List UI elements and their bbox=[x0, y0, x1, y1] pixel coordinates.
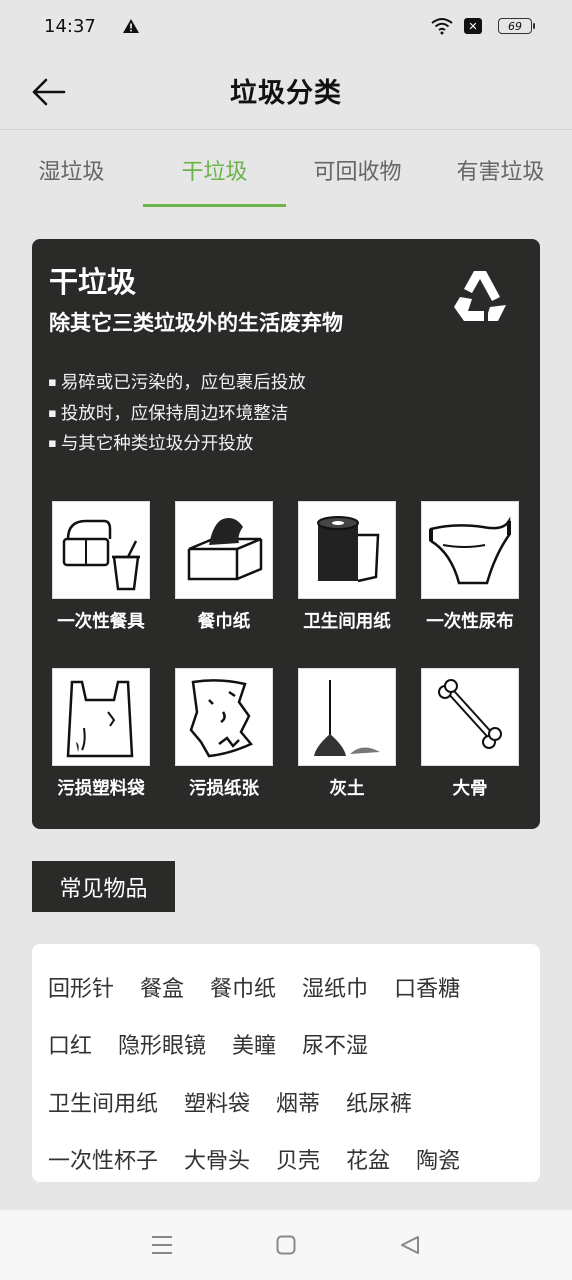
menu-button[interactable] bbox=[142, 1225, 182, 1265]
common-item[interactable]: 贝壳 bbox=[276, 1143, 320, 1175]
common-row: 一次性杯子 大骨头 贝壳 花盆 陶瓷 bbox=[48, 1131, 540, 1189]
example-label: 一次性尿布 bbox=[426, 612, 514, 632]
common-item[interactable]: 卫生间用纸 bbox=[48, 1086, 158, 1118]
common-item[interactable]: 塑料袋 bbox=[184, 1086, 250, 1118]
back-button[interactable] bbox=[28, 72, 68, 112]
common-items-title: 常见物品 bbox=[32, 861, 175, 912]
common-row: 口红 隐形眼镜 美瞳 尿不湿 bbox=[48, 1016, 540, 1074]
common-item[interactable]: 餐巾纸 bbox=[210, 971, 276, 1003]
home-button[interactable] bbox=[266, 1225, 306, 1265]
examples-grid: 一次性餐具 餐巾纸 卫生间用纸 一次性尿布 污损塑料袋 污损纸张 灰土 大骨 bbox=[52, 501, 522, 835]
common-row: 卫生间用纸 塑料袋 烟蒂 纸尿裤 bbox=[48, 1073, 540, 1131]
battery-icon: 69 bbox=[492, 18, 535, 34]
example-plastic-bag[interactable]: 污损塑料袋 bbox=[52, 668, 150, 835]
back-triangle-icon bbox=[401, 1236, 419, 1254]
example-label: 污损塑料袋 bbox=[57, 779, 145, 799]
tip-item: 与其它种类垃圾分开投放 bbox=[48, 430, 306, 461]
tissue-box-icon bbox=[175, 501, 273, 599]
card-title: 干垃圾 bbox=[49, 265, 137, 299]
common-item[interactable]: 口红 bbox=[48, 1028, 92, 1060]
plastic-bag-icon bbox=[52, 668, 150, 766]
example-disposable-tableware[interactable]: 一次性餐具 bbox=[52, 501, 150, 668]
example-label: 灰土 bbox=[329, 779, 365, 799]
common-item[interactable]: 餐盒 bbox=[140, 971, 184, 1003]
example-label: 卫生间用纸 bbox=[303, 612, 391, 632]
menu-icon bbox=[152, 1236, 172, 1254]
example-torn-paper[interactable]: 污损纸张 bbox=[175, 668, 273, 835]
tip-item: 易碎或已污染的，应包裹后投放 bbox=[48, 369, 306, 400]
recycle-icon bbox=[454, 271, 506, 321]
common-item[interactable]: 隐形眼镜 bbox=[118, 1028, 206, 1060]
common-items-list: 回形针 餐盒 餐巾纸 湿纸巾 口香糖 口红 隐形眼镜 美瞳 尿不湿 卫生间用纸 … bbox=[32, 944, 540, 1182]
sim-x-icon: ✕ bbox=[464, 18, 482, 34]
status-bar: 14:37 ✕ 69 bbox=[0, 0, 572, 52]
common-item[interactable]: 大骨头 bbox=[184, 1143, 250, 1175]
example-toilet-paper[interactable]: 卫生间用纸 bbox=[298, 501, 396, 668]
common-item[interactable]: 回形针 bbox=[48, 971, 114, 1003]
example-label: 一次性餐具 bbox=[57, 612, 145, 632]
arrow-left-icon bbox=[32, 78, 66, 106]
page-title: 垃圾分类 bbox=[230, 78, 342, 109]
tip-item: 投放时，应保持周边环境整洁 bbox=[48, 400, 306, 431]
torn-paper-icon bbox=[175, 668, 273, 766]
broom-dust-icon bbox=[298, 668, 396, 766]
back-nav-button[interactable] bbox=[390, 1225, 430, 1265]
warning-icon bbox=[122, 18, 140, 34]
bone-icon bbox=[421, 668, 519, 766]
card-subtitle: 除其它三类垃圾外的生活废弃物 bbox=[49, 311, 343, 335]
common-item[interactable]: 纸尿裤 bbox=[346, 1086, 412, 1118]
diaper-icon bbox=[421, 501, 519, 599]
example-diaper[interactable]: 一次性尿布 bbox=[421, 501, 519, 668]
toilet-paper-icon bbox=[298, 501, 396, 599]
example-dust[interactable]: 灰土 bbox=[298, 668, 396, 835]
battery-level: 69 bbox=[498, 18, 535, 34]
tab-recyclable[interactable]: 可回收物 bbox=[286, 131, 429, 209]
category-tabs: 湿垃圾 干垃圾 可回收物 有害垃圾 bbox=[0, 131, 572, 209]
common-item[interactable]: 花盆 bbox=[346, 1143, 390, 1175]
example-bone[interactable]: 大骨 bbox=[421, 668, 519, 835]
example-tissue[interactable]: 餐巾纸 bbox=[175, 501, 273, 668]
common-item[interactable]: 一次性杯子 bbox=[48, 1143, 158, 1175]
example-label: 餐巾纸 bbox=[197, 612, 251, 632]
common-row: 回形针 餐盒 餐巾纸 湿纸巾 口香糖 bbox=[48, 958, 540, 1016]
tab-dry-waste[interactable]: 干垃圾 bbox=[143, 131, 286, 209]
category-card: 干垃圾 除其它三类垃圾外的生活废弃物 易碎或已污染的，应包裹后投放 投放时，应保… bbox=[32, 239, 540, 829]
common-item[interactable]: 美瞳 bbox=[232, 1028, 276, 1060]
common-item[interactable]: 湿纸巾 bbox=[302, 971, 368, 1003]
wifi-icon bbox=[430, 17, 454, 35]
common-item[interactable]: 烟蒂 bbox=[276, 1086, 320, 1118]
app-header: 垃圾分类 bbox=[0, 52, 572, 130]
tips-list: 易碎或已污染的，应包裹后投放 投放时，应保持周边环境整洁 与其它种类垃圾分开投放 bbox=[48, 369, 306, 461]
common-item[interactable]: 陶瓷 bbox=[416, 1143, 460, 1175]
tab-wet-waste[interactable]: 湿垃圾 bbox=[0, 131, 143, 209]
example-label: 大骨 bbox=[452, 779, 488, 799]
home-square-icon bbox=[276, 1235, 296, 1255]
disposable-tableware-icon bbox=[52, 501, 150, 599]
common-item[interactable]: 口香糖 bbox=[394, 971, 460, 1003]
common-item[interactable]: 尿不湿 bbox=[302, 1028, 368, 1060]
example-label: 污损纸张 bbox=[189, 779, 259, 799]
system-nav-bar bbox=[0, 1210, 572, 1280]
tab-hazardous[interactable]: 有害垃圾 bbox=[429, 131, 572, 209]
status-time: 14:37 bbox=[44, 15, 96, 37]
